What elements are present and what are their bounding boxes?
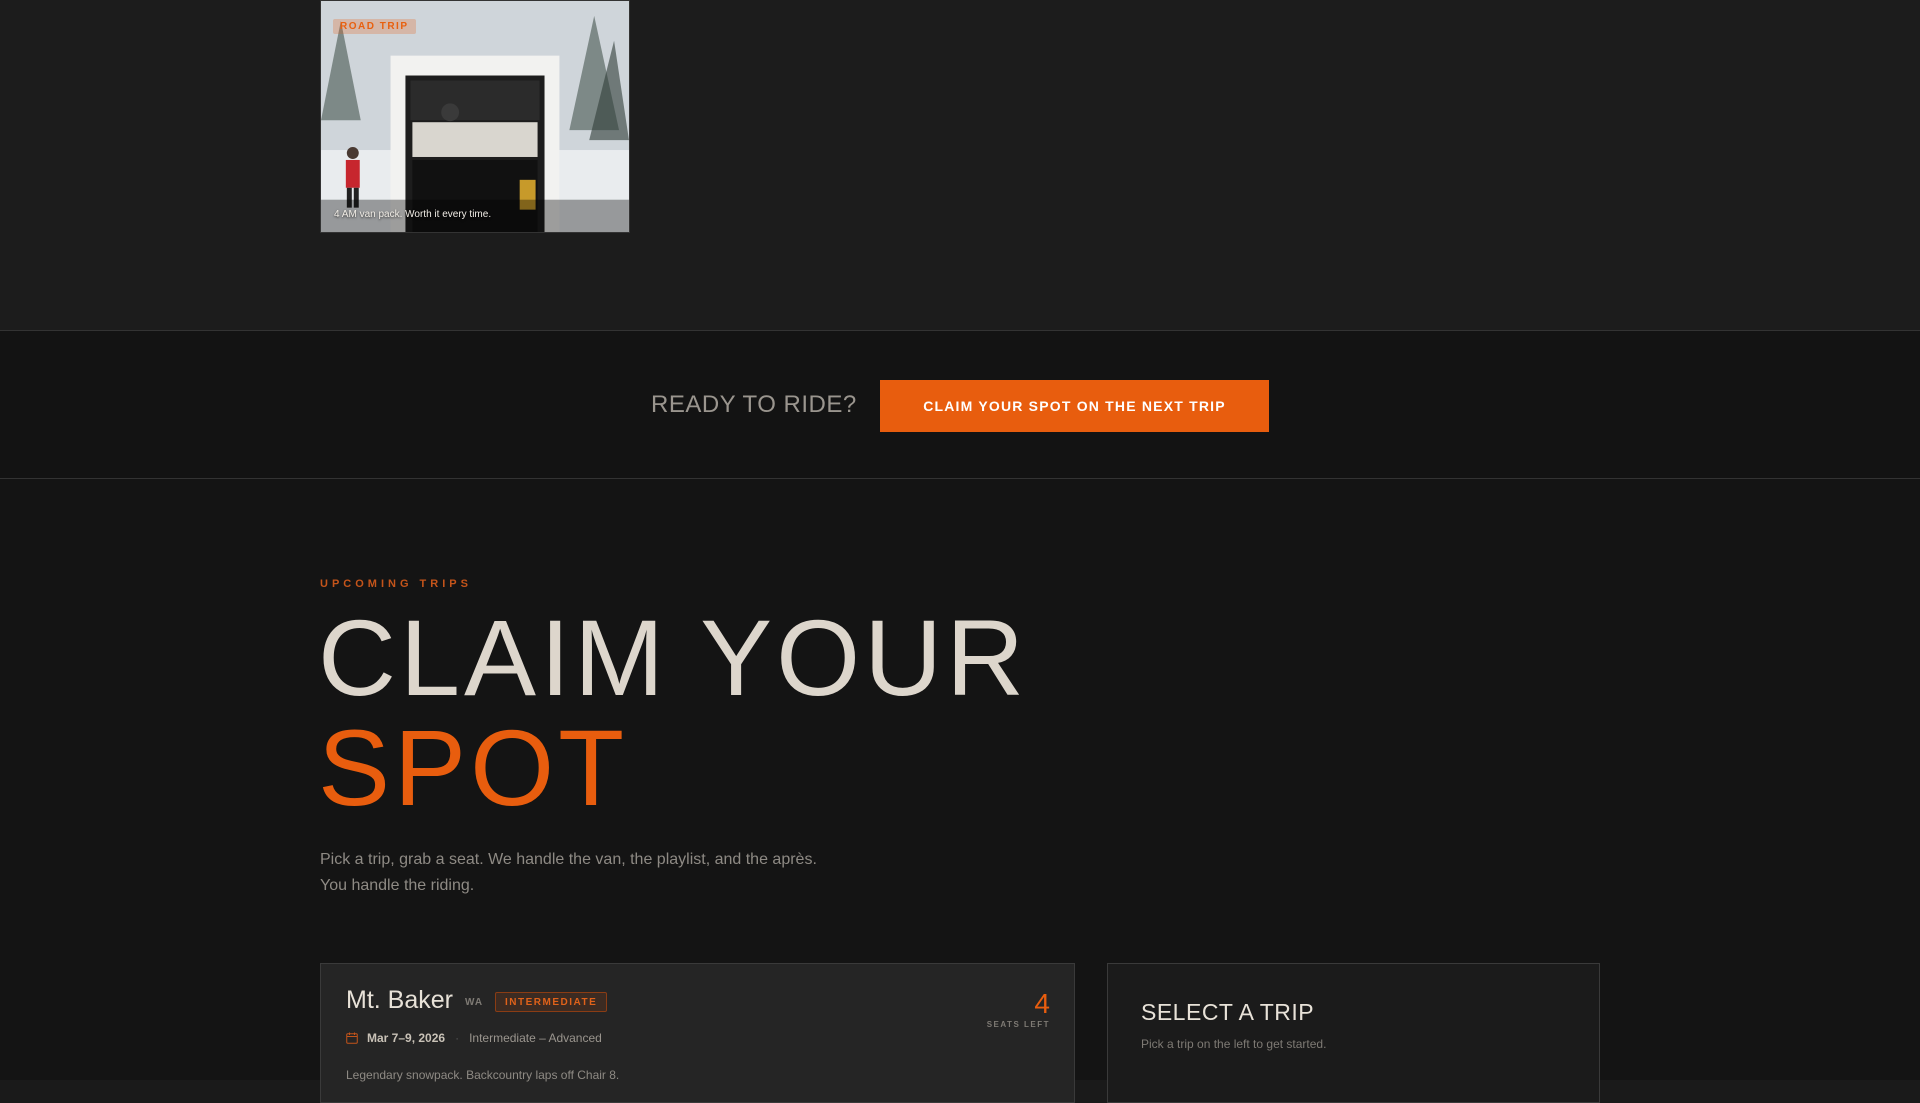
claim-spot-button[interactable]: CLAIM YOUR SPOT ON THE NEXT TRIP [880, 380, 1269, 432]
trip-card-mt-baker[interactable]: Mt. Baker WA INTERMEDIATE Mar 7–9, 2026 … [320, 963, 1075, 1103]
cta-band: READY TO RIDE? CLAIM YOUR SPOT ON THE NE… [0, 330, 1920, 479]
section-lead: Pick a trip, grab a seat. We handle the … [320, 847, 880, 899]
select-trip-subtitle: Pick a trip on the left to get started. [1141, 1037, 1327, 1051]
van-snow-photo [321, 1, 629, 232]
select-trip-title: SELECT A TRIP [1141, 999, 1315, 1025]
gallery-section: ROAD TRIP 4 AM van pack. Worth it every … [0, 0, 1920, 330]
cta-heading: READY TO RIDE? [651, 391, 857, 418]
seats-left-label: SEATS LEFT [986, 1020, 1050, 1029]
calendar-icon [346, 1032, 358, 1044]
lead-line-1: Pick a trip, grab a seat. We handle the … [320, 851, 817, 868]
section-headline: CLAIM YOUR SPOT [318, 603, 1028, 823]
select-trip-panel: SELECT A TRIP Pick a trip on the left to… [1107, 963, 1600, 1103]
gallery-photo-card[interactable]: ROAD TRIP 4 AM van pack. Worth it every … [320, 0, 630, 233]
headline-line-2: SPOT [318, 707, 629, 828]
lead-line-2: You handle the riding. [320, 877, 475, 894]
trip-name: Mt. Baker [346, 986, 453, 1014]
section-eyebrow: UPCOMING TRIPS [320, 578, 472, 590]
photo-caption: 4 AM van pack. Worth it every time. [334, 209, 492, 220]
trip-level-badge: INTERMEDIATE [495, 992, 608, 1012]
trip-meta: Mar 7–9, 2026 · Intermediate – Advanced [346, 1031, 602, 1045]
trip-state: WA [465, 997, 484, 1008]
seats-left-count: 4 [1034, 988, 1050, 1019]
meta-separator: · [455, 1031, 460, 1045]
headline-line-1: CLAIM YOUR [318, 597, 1029, 718]
photo-tag-badge: ROAD TRIP [333, 19, 416, 34]
upcoming-trips-section: UPCOMING TRIPS CLAIM YOUR SPOT Pick a tr… [0, 479, 1920, 1103]
trip-dates: Mar 7–9, 2026 [367, 1031, 446, 1045]
trip-skill-range: Intermediate – Advanced [469, 1031, 602, 1045]
